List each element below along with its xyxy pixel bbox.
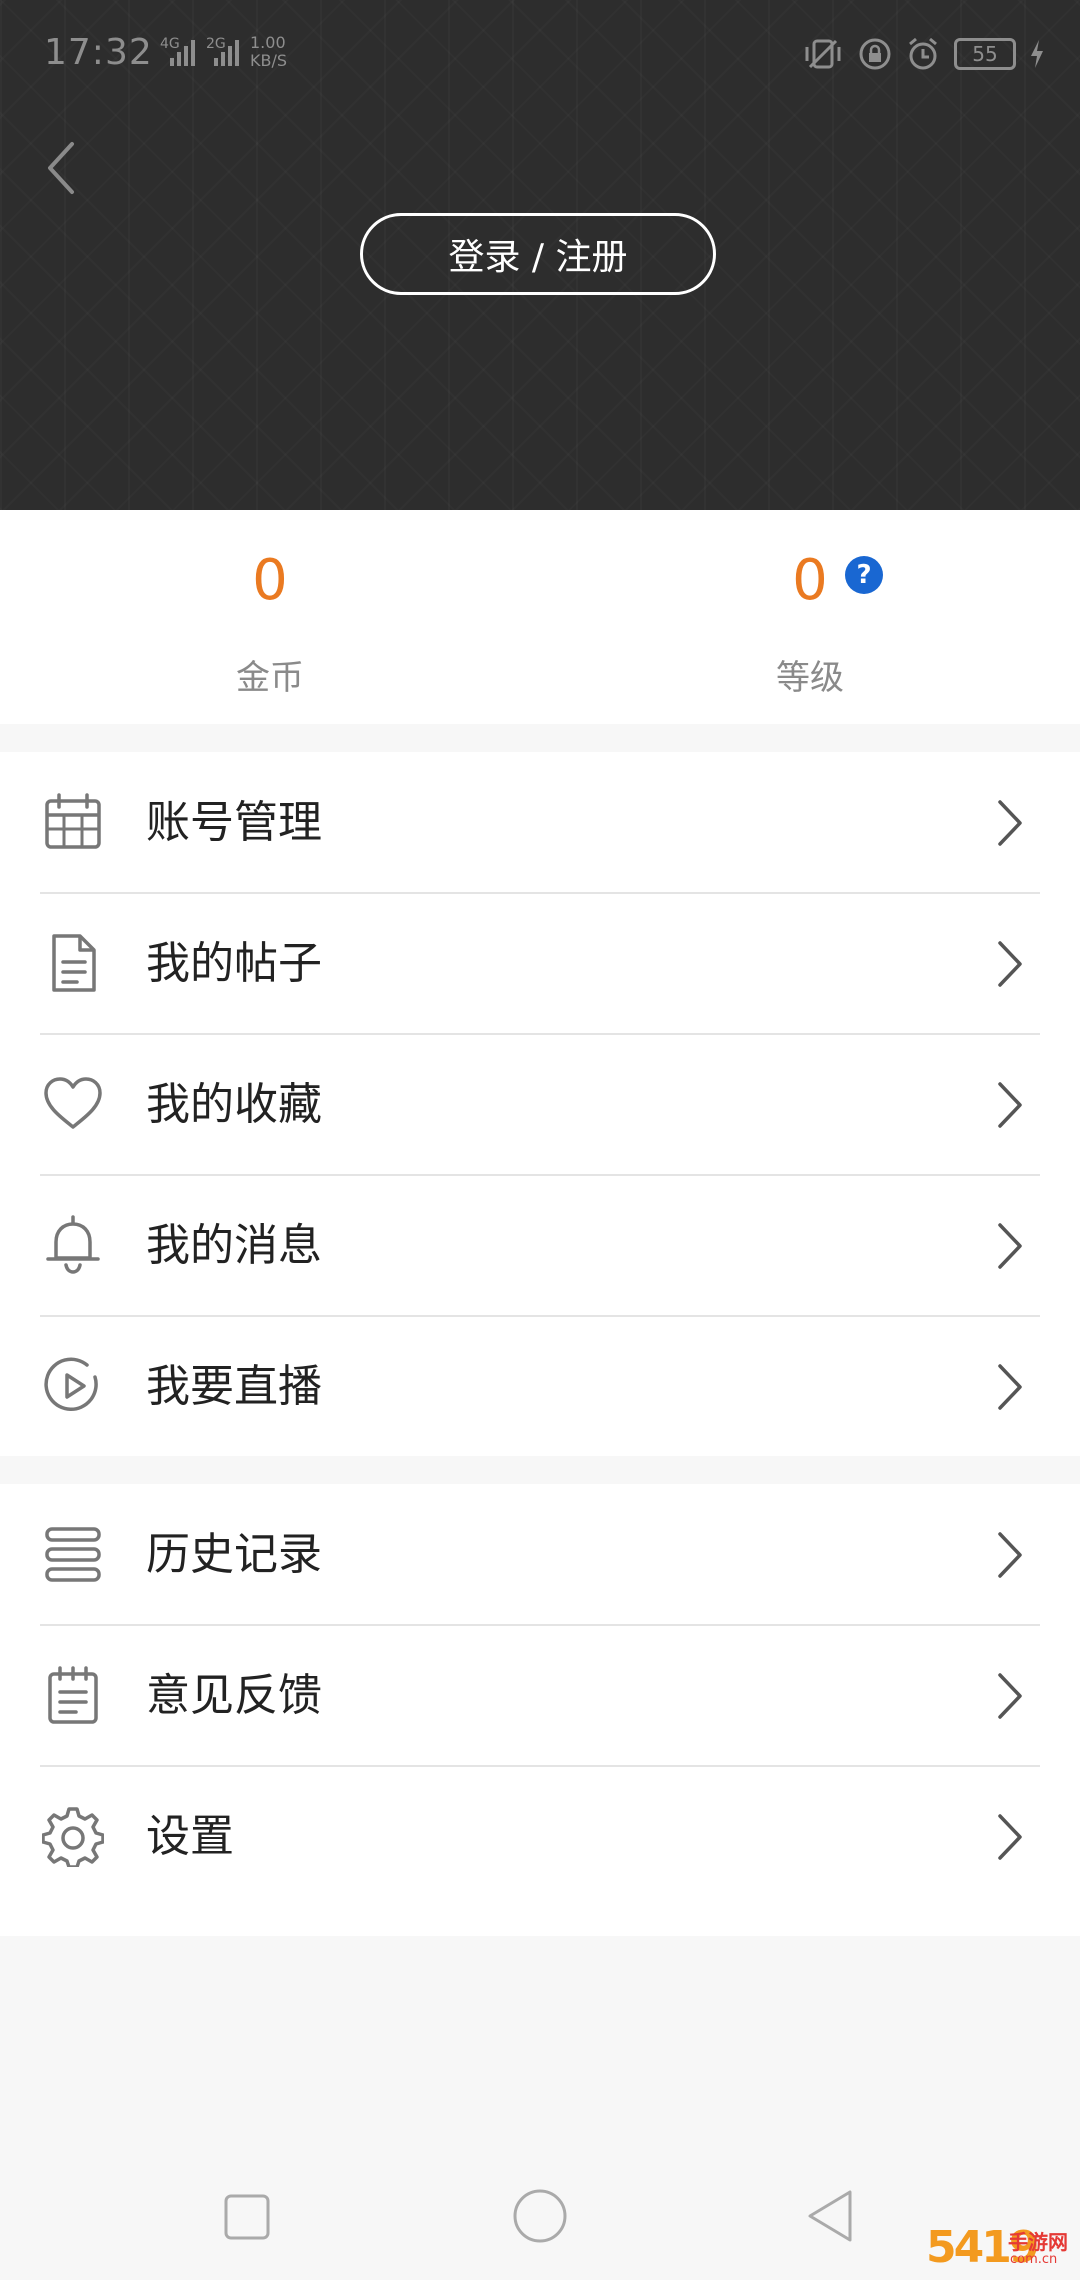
- history-list-icon: [45, 1527, 101, 1582]
- status-icons: 55: [802, 34, 1044, 74]
- notepad-icon: [48, 1666, 98, 1724]
- stats-panel: 0 金币 0 ? 等级: [0, 510, 1080, 724]
- chevron-right-icon: [998, 1673, 1022, 1719]
- gear-icon: [42, 1807, 104, 1867]
- back-arrow-icon[interactable]: [38, 136, 82, 200]
- chevron-right-icon: [998, 941, 1022, 987]
- speed-value: 1.00: [250, 33, 286, 52]
- chevron-right-icon: [998, 800, 1022, 846]
- watermark-logo: 5419 手游网 com.cn: [926, 2222, 1076, 2274]
- chevron-right-icon: [998, 1814, 1022, 1860]
- home-icon[interactable]: [500, 2176, 580, 2256]
- menu-item-messages[interactable]: 我的消息: [0, 1175, 1080, 1316]
- back-triangle-icon[interactable]: [794, 2176, 874, 2256]
- menu-item-label: 设置: [146, 1811, 234, 1862]
- alarm-icon: [909, 37, 937, 70]
- menu-item-label: 账号管理: [146, 797, 322, 848]
- chevron-right-icon: [998, 1082, 1022, 1128]
- network-speed: 1.00 KB/S: [250, 34, 287, 70]
- watermark-sub: com.cn: [1010, 2252, 1058, 2267]
- profile-header: 17:32 4G 2G 1.00 KB/S 55 登录 / 注册: [0, 0, 1080, 510]
- play-circle-icon: [44, 1357, 98, 1411]
- speed-unit: KB/S: [250, 51, 288, 70]
- chevron-right-icon: [998, 1223, 1022, 1269]
- chevron-right-icon: [998, 1364, 1022, 1410]
- charging-icon: [1031, 40, 1043, 68]
- coins-value: 0: [252, 548, 288, 613]
- menu-item-label: 我的收藏: [146, 1079, 322, 1130]
- help-icon[interactable]: ?: [845, 556, 883, 594]
- menu-item-favorites[interactable]: 我的收藏: [0, 1034, 1080, 1175]
- login-register-button[interactable]: 登录 / 注册: [360, 213, 716, 295]
- calendar-icon: [45, 793, 101, 849]
- battery-level: 55: [972, 42, 998, 66]
- vibrate-icon: [805, 39, 841, 69]
- recent-apps-icon[interactable]: [206, 2176, 286, 2256]
- level-label: 等级: [776, 658, 844, 698]
- system-navigation-bar: 5419 手游网 com.cn: [0, 2156, 1080, 2280]
- battery-indicator: 55: [954, 38, 1016, 70]
- login-register-label: 登录 / 注册: [448, 237, 628, 278]
- menu-item-label: 我要直播: [146, 1361, 322, 1412]
- menu-item-account[interactable]: 账号管理: [0, 752, 1080, 893]
- menu-item-settings[interactable]: 设置: [0, 1766, 1080, 1907]
- document-icon: [52, 934, 96, 992]
- signal-2-icon: [214, 40, 239, 66]
- heart-icon: [44, 1077, 102, 1129]
- signal-1-icon: [170, 40, 195, 66]
- menu-item-label: 意见反馈: [146, 1670, 322, 1721]
- menu-item-feedback[interactable]: 意见反馈: [0, 1625, 1080, 1766]
- menu-item-history[interactable]: 历史记录: [0, 1484, 1080, 1625]
- status-time: 17:32: [44, 32, 153, 73]
- watermark-text: 手游网: [1008, 2230, 1068, 2254]
- menu-group-primary: 账号管理 我的帖子 我的收藏 我的消息 我要直播: [0, 752, 1080, 1456]
- coins-stat[interactable]: 0 金币: [0, 510, 540, 724]
- menu-item-label: 历史记录: [146, 1529, 322, 1580]
- status-bar: 17:32 4G 2G 1.00 KB/S 55: [0, 0, 1080, 110]
- level-stat[interactable]: 0 ? 等级: [540, 510, 1080, 724]
- bell-icon: [46, 1215, 100, 1274]
- menu-item-label: 我的消息: [146, 1220, 322, 1271]
- chevron-right-icon: [998, 1532, 1022, 1578]
- menu-group-secondary: 历史记录 意见反馈 设置: [0, 1484, 1080, 1936]
- menu-item-label: 我的帖子: [146, 938, 322, 989]
- level-value: 0: [792, 548, 828, 613]
- lock-rotation-icon: [859, 38, 891, 70]
- coins-label: 金币: [236, 658, 304, 698]
- menu-item-posts[interactable]: 我的帖子: [0, 893, 1080, 1034]
- menu-item-live[interactable]: 我要直播: [0, 1316, 1080, 1457]
